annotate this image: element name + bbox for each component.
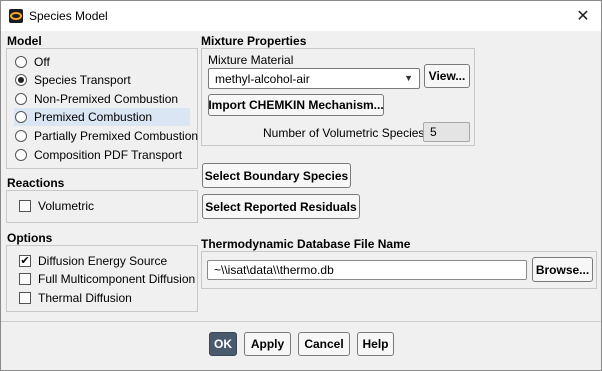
num-species-label: Number of Volumetric Species	[263, 126, 425, 140]
model-option-label: Off	[34, 55, 50, 69]
footer-separator	[1, 321, 601, 322]
select-boundary-species-button[interactable]: Select Boundary Species	[202, 163, 351, 188]
ok-button[interactable]: OK	[209, 332, 237, 356]
num-species-value: 5	[430, 125, 437, 139]
reactions-group: Volumetric	[6, 190, 198, 223]
radio-composition-pdf[interactable]	[15, 149, 27, 161]
import-chemkin-button[interactable]: Import CHEMKIN Mechanism...	[208, 94, 384, 116]
model-group: Off Species Transport Non-Premixed Combu…	[6, 48, 198, 169]
radio-partially-premixed[interactable]	[15, 130, 27, 142]
select-reported-residuals-button[interactable]: Select Reported Residuals	[202, 194, 360, 219]
model-option-premixed[interactable]: Premixed Combustion	[14, 108, 190, 126]
model-option-non-premixed[interactable]: Non-Premixed Combustion	[15, 90, 178, 108]
apply-button[interactable]: Apply	[244, 332, 291, 356]
options-group: ✔ Diffusion Energy Source Full Multicomp…	[6, 245, 198, 312]
cancel-button[interactable]: Cancel	[298, 332, 350, 356]
diffusion-energy-source-row[interactable]: ✔ Diffusion Energy Source	[19, 252, 167, 270]
model-option-partially-premixed[interactable]: Partially Premixed Combustion	[15, 127, 198, 145]
full-multicomponent-diffusion-label: Full Multicomponent Diffusion	[38, 272, 196, 286]
diffusion-energy-source-checkbox[interactable]: ✔	[19, 255, 31, 267]
mixture-material-value: methyl-alcohol-air	[215, 71, 310, 86]
options-heading: Options	[7, 231, 53, 245]
volumetric-checkbox[interactable]	[19, 200, 31, 212]
model-option-label: Partially Premixed Combustion	[34, 129, 199, 143]
model-option-label: Non-Premixed Combustion	[34, 92, 179, 106]
radio-premixed[interactable]	[15, 111, 27, 123]
browse-button[interactable]: Browse...	[532, 257, 593, 282]
model-option-label: Premixed Combustion	[34, 110, 153, 124]
model-heading: Model	[7, 34, 42, 48]
full-multicomponent-diffusion-row[interactable]: Full Multicomponent Diffusion	[19, 270, 195, 288]
num-species-field: 5	[423, 122, 470, 142]
model-option-composition-pdf[interactable]: Composition PDF Transport	[15, 146, 182, 164]
radio-off[interactable]	[15, 56, 27, 68]
mixture-material-select[interactable]: methyl-alcohol-air ▼	[208, 68, 420, 89]
window-title: Species Model	[29, 9, 108, 23]
close-button[interactable]: ✕	[573, 6, 593, 26]
model-option-off[interactable]: Off	[15, 53, 50, 71]
reactions-heading: Reactions	[7, 176, 65, 190]
thermal-diffusion-label: Thermal Diffusion	[38, 291, 132, 305]
radio-non-premixed[interactable]	[15, 93, 27, 105]
volumetric-checkbox-row[interactable]: Volumetric	[19, 197, 94, 215]
chevron-down-icon: ▼	[404, 73, 413, 83]
model-option-species-transport[interactable]: Species Transport	[15, 71, 131, 89]
thermo-database-group: ~\\isat\data\\thermo.db Browse...	[201, 251, 597, 289]
model-option-label: Composition PDF Transport	[34, 148, 183, 162]
mixture-properties-group: Mixture Material methyl-alcohol-air ▼ Vi…	[201, 48, 475, 146]
mixture-properties-heading: Mixture Properties	[201, 34, 307, 48]
mixture-material-label: Mixture Material	[208, 53, 294, 67]
thermo-database-path-value: ~\\isat\data\\thermo.db	[214, 263, 334, 277]
thermo-database-heading: Thermodynamic Database File Name	[201, 237, 411, 251]
title-bar: Species Model ✕	[1, 1, 601, 31]
help-button[interactable]: Help	[357, 332, 394, 356]
full-multicomponent-diffusion-checkbox[interactable]	[19, 273, 31, 285]
thermal-diffusion-checkbox[interactable]	[19, 292, 31, 304]
model-option-label: Species Transport	[34, 73, 131, 87]
thermal-diffusion-row[interactable]: Thermal Diffusion	[19, 289, 132, 307]
volumetric-label: Volumetric	[38, 199, 95, 213]
app-icon	[9, 9, 23, 23]
species-model-dialog: Species Model ✕ Model Off Species Transp…	[0, 0, 602, 371]
view-button[interactable]: View...	[424, 64, 470, 88]
diffusion-energy-source-label: Diffusion Energy Source	[38, 254, 168, 268]
thermo-database-path-input[interactable]: ~\\isat\data\\thermo.db	[207, 260, 527, 280]
radio-species-transport[interactable]	[15, 74, 27, 86]
